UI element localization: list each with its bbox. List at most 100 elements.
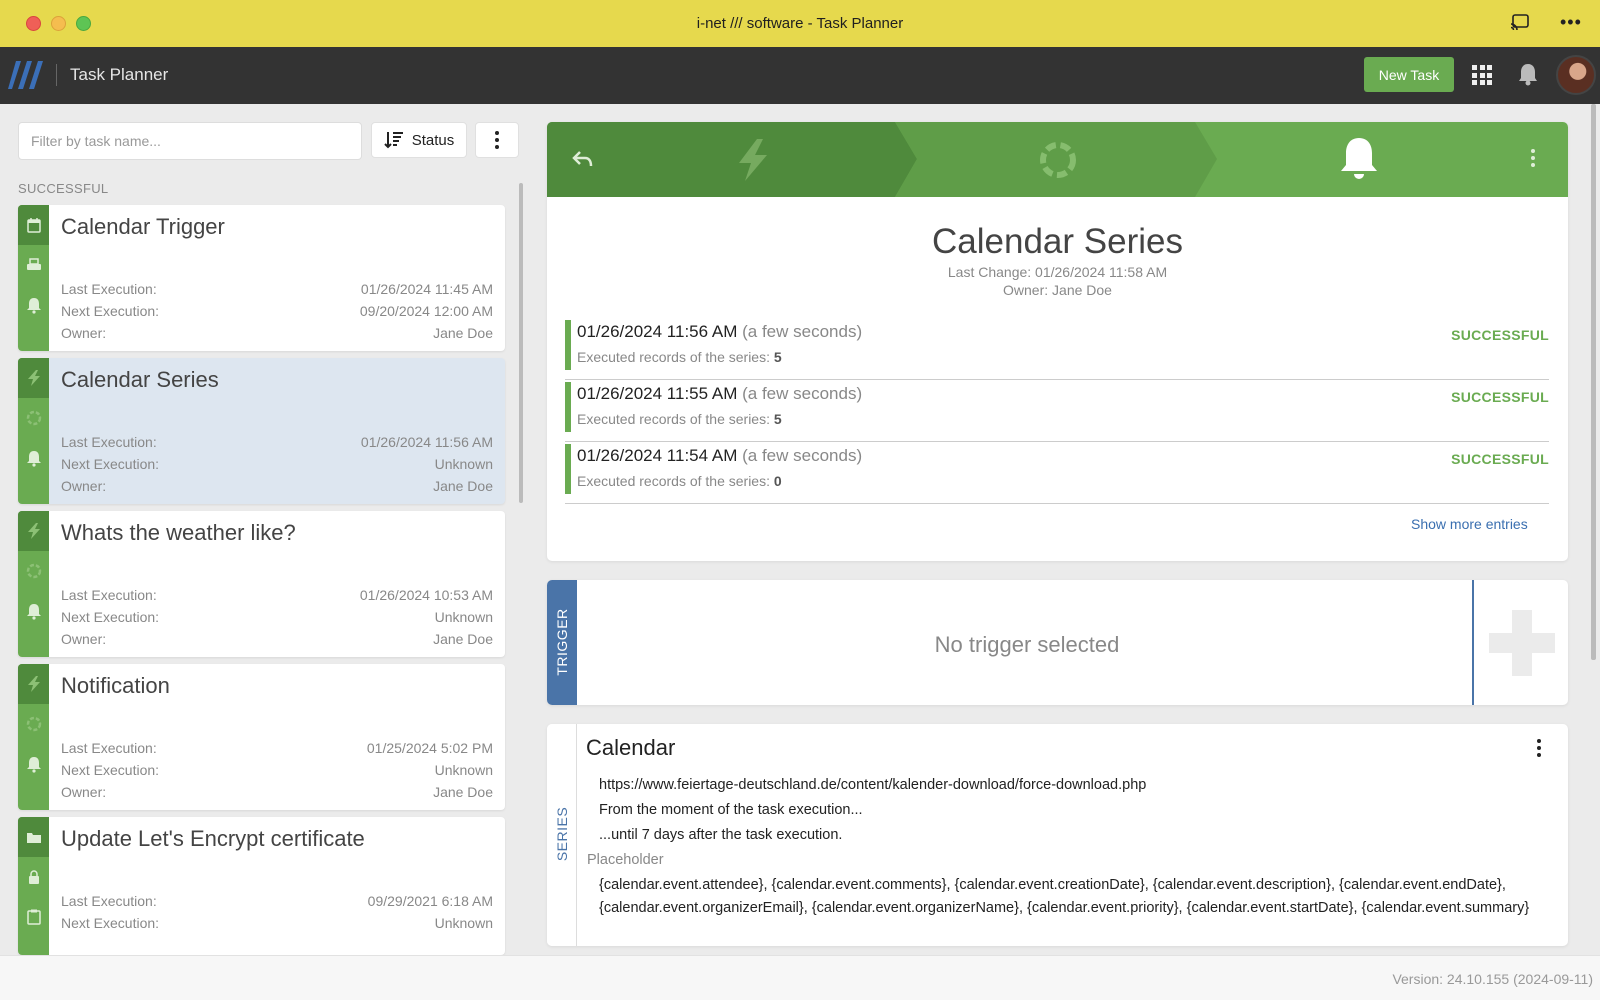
task-detail-panel: Calendar Series Last Change: 01/26/2024 … [547, 122, 1568, 561]
app-title: Task Planner [70, 65, 169, 84]
main-scrollbar[interactable] [1591, 104, 1596, 660]
execution-time: 01/26/2024 11:56 AM (a few seconds) [577, 322, 863, 341]
execution-status-badge: SUCCESSFUL [1451, 327, 1549, 343]
inet-logo-icon[interactable] [8, 57, 44, 93]
task-card-last-execution-row: Last Execution: 01/25/2024 5:02 PM [61, 740, 493, 756]
task-card-owner-row: Owner: Jane Doe [61, 784, 493, 800]
more-vertical-icon [1537, 739, 1541, 757]
task-status-strip [18, 511, 49, 657]
next-execution-value: 09/20/2024 12:00 AM [359, 303, 493, 319]
owner-label: Owner: [61, 325, 107, 341]
execution-status-badge: SUCCESSFUL [1451, 389, 1549, 405]
execution-time: 01/26/2024 11:55 AM (a few seconds) [577, 384, 863, 403]
strip-segment [18, 398, 49, 438]
placeholder-label: Placeholder [587, 852, 664, 868]
notifications-bell-icon[interactable] [1517, 62, 1539, 86]
last-execution-label: Last Execution: [61, 587, 157, 603]
task-card-next-execution-row: Next Execution: Unknown [61, 762, 493, 778]
execution-relative-time: (a few seconds) [742, 322, 863, 341]
series-until-text: ...until 7 days after the task execution… [599, 827, 843, 843]
task-list-scrollbar[interactable] [519, 183, 523, 503]
wizard-menu-button[interactable] [1531, 149, 1535, 167]
owner-value: Jane Doe [433, 478, 493, 494]
placeholder-list: {calendar.event.attendee}, {calendar.eve… [599, 877, 1530, 916]
trigger-tab[interactable]: TRIGGER [547, 580, 577, 705]
task-filter-input[interactable] [18, 122, 362, 160]
execution-records: Executed records of the series: 5 [577, 411, 782, 427]
task-card-title: Whats the weather like? [61, 520, 296, 545]
series-url: https://www.feiertage-deutschland.de/con… [599, 777, 1147, 793]
task-status-strip [18, 664, 49, 810]
printer-icon [26, 258, 41, 270]
task-card[interactable]: Whats the weather like? Last Execution: 01… [18, 511, 505, 657]
execution-status-bar [565, 444, 571, 494]
task-card[interactable]: Notification Last Execution: 01/25/2024 5:… [18, 664, 505, 810]
more-vertical-icon [495, 131, 499, 149]
bolt-icon [27, 370, 40, 386]
execution-relative-time: (a few seconds) [742, 384, 863, 403]
cast-icon[interactable] [1510, 14, 1530, 32]
ring-icon [26, 716, 41, 732]
task-card-title: Notification [61, 673, 170, 698]
ring-icon [26, 410, 41, 426]
last-execution-label: Last Execution: [61, 281, 157, 297]
series-title: Calendar [586, 735, 676, 760]
task-card-next-execution-row: Next Execution: Unknown [61, 456, 493, 472]
execution-status-badge: SUCCESSFUL [1451, 451, 1549, 467]
bell-icon [26, 298, 41, 314]
task-card[interactable]: Update Let's Encrypt certificate Last Exe… [18, 817, 505, 955]
task-status-strip [18, 358, 49, 504]
last-execution-value: 01/26/2024 11:56 AM [360, 434, 493, 450]
execution-records: Executed records of the series: 5 [577, 349, 782, 365]
show-more-entries-link[interactable]: Show more entries [1411, 516, 1528, 532]
task-card[interactable]: Calendar Trigger Last Execution: 01/26/202… [18, 205, 505, 351]
sort-status-button[interactable]: Status [371, 122, 467, 158]
series-panel: SERIES Calendar https://www.feiertage-de… [547, 724, 1568, 946]
sort-status-label: Status [411, 131, 455, 149]
strip-segment [18, 551, 49, 591]
version-text: Version: 24.10.155 (2024-09-11) [1392, 971, 1593, 987]
apps-grid-icon[interactable] [1472, 65, 1492, 85]
no-trigger-text: No trigger selected [934, 632, 1120, 657]
task-card-title: Update Let's Encrypt certificate [61, 826, 365, 851]
add-trigger-plus-icon[interactable] [1489, 610, 1555, 676]
task-card-next-execution-row: Next Execution: 09/20/2024 12:00 AM [61, 303, 493, 319]
task-card[interactable]: Calendar Series Last Execution: 01/26/2024… [18, 358, 505, 504]
ring-icon [1040, 142, 1076, 178]
execution-entry[interactable]: 01/26/2024 11:56 AM (a few seconds) Execu… [565, 318, 1549, 380]
folder-icon [26, 833, 41, 843]
series-tab[interactable]: SERIES [547, 724, 577, 946]
task-status-strip [18, 817, 49, 955]
series-tab-label: SERIES [554, 806, 570, 862]
owner-value: Jane Doe [433, 631, 493, 647]
execution-record-count: 5 [773, 349, 782, 365]
series-menu-button[interactable] [1537, 739, 1541, 757]
next-execution-value: Unknown [434, 609, 493, 625]
strip-segment [18, 817, 49, 857]
execution-status-bar [565, 320, 571, 370]
user-avatar[interactable] [1556, 55, 1596, 95]
lock-icon [28, 870, 39, 884]
back-arrow-icon[interactable] [572, 148, 594, 170]
owner-label: Owner: [61, 784, 107, 800]
owner-value: Jane Doe [433, 325, 493, 341]
window-titlebar: i-net /// software - Task Planner ••• [0, 0, 1600, 47]
owner-label: Owner: [61, 478, 107, 494]
ring-icon [26, 563, 41, 579]
task-card-title: Calendar Series [61, 367, 219, 392]
section-label-successful: SUCCESSFUL [18, 181, 109, 196]
task-title: Calendar Series [932, 222, 1183, 261]
bell-icon [26, 604, 41, 620]
strip-segment [18, 591, 49, 631]
more-horizontal-icon[interactable]: ••• [1560, 12, 1582, 33]
owner-label: Owner: [61, 631, 107, 647]
strip-segment [18, 285, 49, 325]
strip-segment [18, 511, 49, 551]
strip-segment [18, 358, 49, 398]
execution-entry[interactable]: 01/26/2024 11:55 AM (a few seconds) Execu… [565, 380, 1549, 442]
strip-segment [18, 857, 49, 897]
new-task-button[interactable]: New Task [1364, 57, 1454, 92]
execution-entry[interactable]: 01/26/2024 11:54 AM (a few seconds) Execu… [565, 442, 1549, 504]
list-menu-button[interactable] [475, 122, 519, 158]
last-execution-value: 01/26/2024 10:53 AM [359, 587, 493, 603]
